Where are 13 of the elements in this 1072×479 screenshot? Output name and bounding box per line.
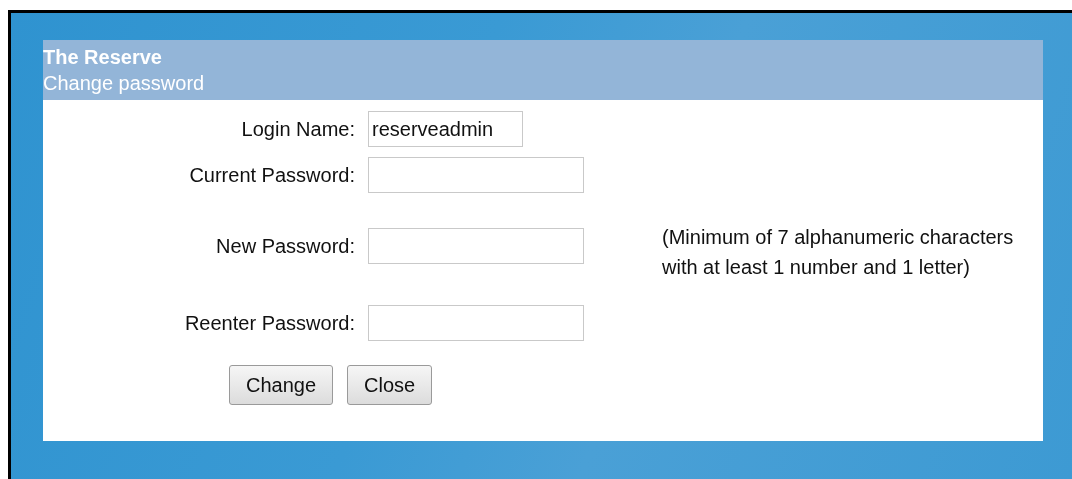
dialog-subtitle: Change password [43, 71, 206, 96]
close-button[interactable]: Close [347, 365, 433, 405]
input-field[interactable] [368, 228, 584, 264]
dialog-title: The Reserve [43, 45, 163, 70]
input-field[interactable]: reserveadmin [368, 111, 523, 147]
input-field[interactable] [368, 157, 584, 193]
field-label: New Password: [216, 234, 355, 258]
change-button[interactable]: Change [229, 365, 334, 405]
input-field[interactable] [368, 305, 584, 341]
field-label: Reenter Password: [184, 311, 355, 335]
field-label: Login Name: [241, 117, 355, 141]
field-label: Current Password: [189, 163, 355, 187]
password-hint: (Minimum of 7 alphanumeric characters with at least 1 number and 1 letter) [661, 225, 1015, 280]
